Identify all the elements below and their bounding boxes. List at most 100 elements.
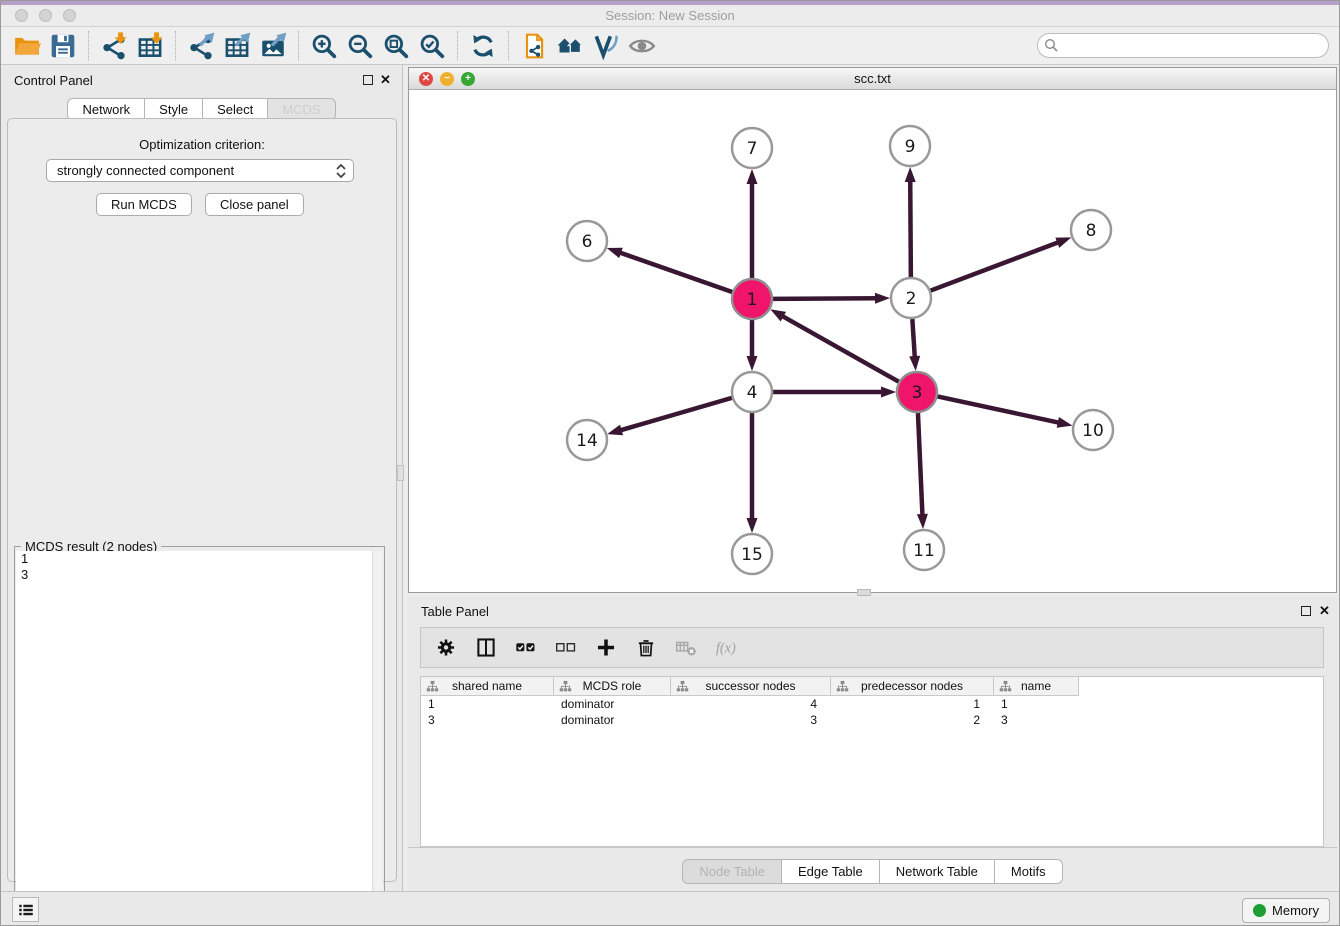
run-mcds-button[interactable]: Run MCDS: [96, 193, 192, 216]
node-4[interactable]: 4: [732, 372, 772, 412]
control-panel-header: Control Panel ✕: [1, 65, 402, 95]
cell-shared-name[interactable]: 1: [421, 696, 554, 712]
close-panel-icon[interactable]: ✕: [380, 72, 391, 88]
cell-successor-nodes[interactable]: 4: [671, 696, 831, 712]
node-3[interactable]: 3: [897, 372, 937, 412]
status-bar: Memory: [1, 891, 1339, 926]
tab-node-table[interactable]: Node Table: [682, 859, 782, 884]
optimization-select[interactable]: strongly connected component: [46, 159, 354, 182]
export-image-button[interactable]: [255, 29, 291, 63]
edge-4-14[interactable]: [607, 398, 732, 435]
edge-1-4[interactable]: [747, 320, 758, 371]
export-table-button[interactable]: [219, 29, 255, 63]
table-float-icon[interactable]: [1301, 606, 1311, 616]
table-panel-title: Table Panel: [421, 604, 489, 619]
edge-4-15[interactable]: [747, 413, 758, 533]
settings-button[interactable]: [429, 632, 463, 664]
deselect-all-button[interactable]: [549, 632, 583, 664]
node-1[interactable]: 1: [732, 279, 772, 319]
cell-shared-name[interactable]: 3: [421, 712, 554, 728]
edge-3-11[interactable]: [917, 413, 928, 529]
task-history-button[interactable]: [12, 897, 39, 922]
column-header-name[interactable]: name: [994, 677, 1079, 696]
edge-1-6[interactable]: [607, 248, 732, 292]
import-network-button[interactable]: [96, 29, 132, 63]
mcds-result-list[interactable]: 13: [16, 551, 383, 926]
cell-predecessor-nodes[interactable]: 1: [831, 696, 994, 712]
svg-text:9: 9: [905, 137, 916, 157]
show-hide-button[interactable]: [624, 29, 660, 63]
hierarchy-icon: [559, 680, 572, 693]
edge-1-7[interactable]: [747, 169, 758, 278]
column-header-predecessor-nodes[interactable]: predecessor nodes: [831, 677, 994, 696]
control-panel-title: Control Panel: [14, 73, 93, 88]
node-2[interactable]: 2: [891, 278, 931, 318]
tab-edge-table[interactable]: Edge Table: [782, 859, 880, 884]
delete-row-button[interactable]: [629, 632, 663, 664]
home-icon: [556, 32, 584, 60]
mcds-result-node: 1: [16, 551, 383, 567]
table-close-icon[interactable]: ✕: [1319, 603, 1330, 619]
cell-successor-nodes[interactable]: 3: [671, 712, 831, 728]
import-table-button[interactable]: [132, 29, 168, 63]
export-network-button[interactable]: [183, 29, 219, 63]
svg-text:14: 14: [576, 431, 598, 451]
select-all-button[interactable]: [509, 632, 543, 664]
horizontal-splitter-grip[interactable]: [857, 589, 871, 596]
node-11[interactable]: 11: [904, 530, 944, 570]
node-10[interactable]: 10: [1073, 410, 1113, 450]
node-14[interactable]: 14: [567, 420, 607, 460]
search-input[interactable]: [1037, 33, 1329, 58]
cell-MCDS-role[interactable]: dominator: [554, 696, 671, 712]
node-6[interactable]: 6: [567, 221, 607, 261]
edge-2-3[interactable]: [909, 319, 920, 371]
node-table: shared nameMCDS rolesuccessor nodesprede…: [420, 676, 1324, 847]
cell-name[interactable]: 3: [994, 712, 1079, 728]
edge-1-2[interactable]: [773, 293, 890, 304]
edge-2-9[interactable]: [905, 167, 916, 277]
panel-splitter-grip[interactable]: [397, 465, 404, 481]
svg-text:15: 15: [741, 545, 763, 565]
column-header-shared-name[interactable]: shared name: [421, 677, 554, 696]
node-9[interactable]: 9: [890, 126, 930, 166]
hierarchy-icon: [999, 680, 1012, 693]
edge-3-1[interactable]: [770, 309, 898, 381]
application-window: Session: New Session Control Panel ✕ Net…: [0, 0, 1340, 926]
vizmapper-button[interactable]: [588, 29, 624, 63]
column-header-successor-nodes[interactable]: successor nodes: [671, 677, 831, 696]
cell-MCDS-role[interactable]: dominator: [554, 712, 671, 728]
close-panel-button[interactable]: Close panel: [205, 193, 304, 216]
network-canvas[interactable]: 7 9 6 8 1 2 4 3 14 10 15 11: [409, 90, 1336, 592]
open-session-button[interactable]: [9, 29, 45, 63]
zoom-in-button[interactable]: [306, 29, 342, 63]
refresh-button[interactable]: [465, 29, 501, 63]
save-session-button[interactable]: [45, 29, 81, 63]
function-button: f(x): [709, 632, 743, 664]
tab-network-table[interactable]: Network Table: [880, 859, 995, 884]
memory-button[interactable]: Memory: [1242, 898, 1330, 923]
tab-motifs[interactable]: Motifs: [995, 859, 1063, 884]
float-panel-icon[interactable]: [363, 75, 373, 85]
zoom-out-button[interactable]: [342, 29, 378, 63]
column-header-MCDS-role[interactable]: MCDS role: [554, 677, 671, 696]
function-icon: f(x): [715, 635, 737, 660]
add-row-icon: [595, 635, 617, 660]
result-scrollbar[interactable]: [372, 551, 383, 926]
node-8[interactable]: 8: [1071, 210, 1111, 250]
cell-name[interactable]: 1: [994, 696, 1079, 712]
clone-network-button[interactable]: [516, 29, 552, 63]
zoom-selected-button[interactable]: [414, 29, 450, 63]
node-15[interactable]: 15: [732, 534, 772, 574]
home-button[interactable]: [552, 29, 588, 63]
columns-button[interactable]: [469, 632, 503, 664]
edge-4-3[interactable]: [773, 387, 896, 398]
zoom-fit-button[interactable]: [378, 29, 414, 63]
cell-predecessor-nodes[interactable]: 2: [831, 712, 994, 728]
table-row[interactable]: 1dominator411: [421, 696, 1323, 712]
edge-3-10[interactable]: [938, 396, 1073, 427]
edge-2-8[interactable]: [931, 237, 1072, 290]
clone-network-icon: [520, 32, 548, 60]
node-7[interactable]: 7: [732, 128, 772, 168]
table-row[interactable]: 3dominator323: [421, 712, 1323, 728]
add-row-button[interactable]: [589, 632, 623, 664]
